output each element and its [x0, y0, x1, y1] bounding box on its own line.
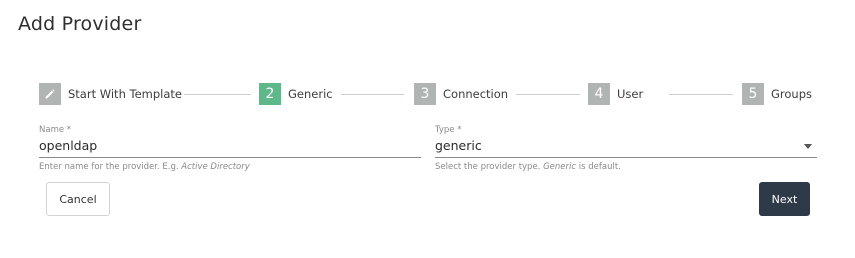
step-label: User	[617, 87, 644, 101]
next-button[interactable]: Next	[759, 182, 810, 216]
pencil-icon	[39, 83, 61, 105]
type-label: Type *	[435, 125, 462, 135]
step-number: 5	[742, 83, 764, 105]
step-number: 3	[414, 83, 436, 105]
type-select-value: generic	[435, 138, 482, 153]
step-label: Start With Template	[68, 87, 182, 101]
step-connector	[184, 94, 251, 95]
type-hint-suffix: is default.	[576, 162, 621, 172]
step-groups[interactable]: 5 Groups	[742, 83, 812, 105]
name-hint: Enter name for the provider. E.g. Active…	[39, 162, 421, 172]
step-connection[interactable]: 3 Connection	[414, 83, 508, 105]
step-connector	[516, 94, 580, 95]
step-connector	[669, 94, 733, 95]
page-title: Add Provider	[18, 13, 142, 35]
name-hint-example: Active Directory	[181, 162, 250, 172]
step-label: Connection	[443, 87, 509, 101]
step-number: 4	[588, 83, 610, 105]
step-number: 2	[259, 83, 281, 105]
type-hint-example: Generic	[543, 162, 577, 172]
step-connector	[341, 94, 404, 95]
name-field-group: Name * Enter name for the provider. E.g.…	[39, 125, 421, 172]
name-input[interactable]	[39, 135, 421, 158]
cancel-button[interactable]: Cancel	[46, 182, 110, 216]
chevron-down-icon	[804, 144, 812, 149]
step-user[interactable]: 4 User	[588, 83, 643, 105]
type-field-group: Type * generic Select the provider type.…	[435, 125, 817, 172]
name-label: Name *	[39, 125, 72, 135]
step-start-with-template[interactable]: Start With Template	[39, 83, 182, 105]
step-label: Generic	[288, 87, 333, 101]
step-generic[interactable]: 2 Generic	[259, 83, 333, 105]
step-label: Groups	[771, 87, 813, 101]
type-select[interactable]: generic	[435, 135, 817, 158]
name-hint-text: Enter name for the provider. E.g.	[39, 162, 182, 172]
type-hint-text: Select the provider type.	[435, 162, 544, 172]
stepper: Start With Template 2 Generic 3 Connecti…	[39, 83, 812, 105]
type-hint: Select the provider type. Generic is def…	[435, 162, 817, 172]
